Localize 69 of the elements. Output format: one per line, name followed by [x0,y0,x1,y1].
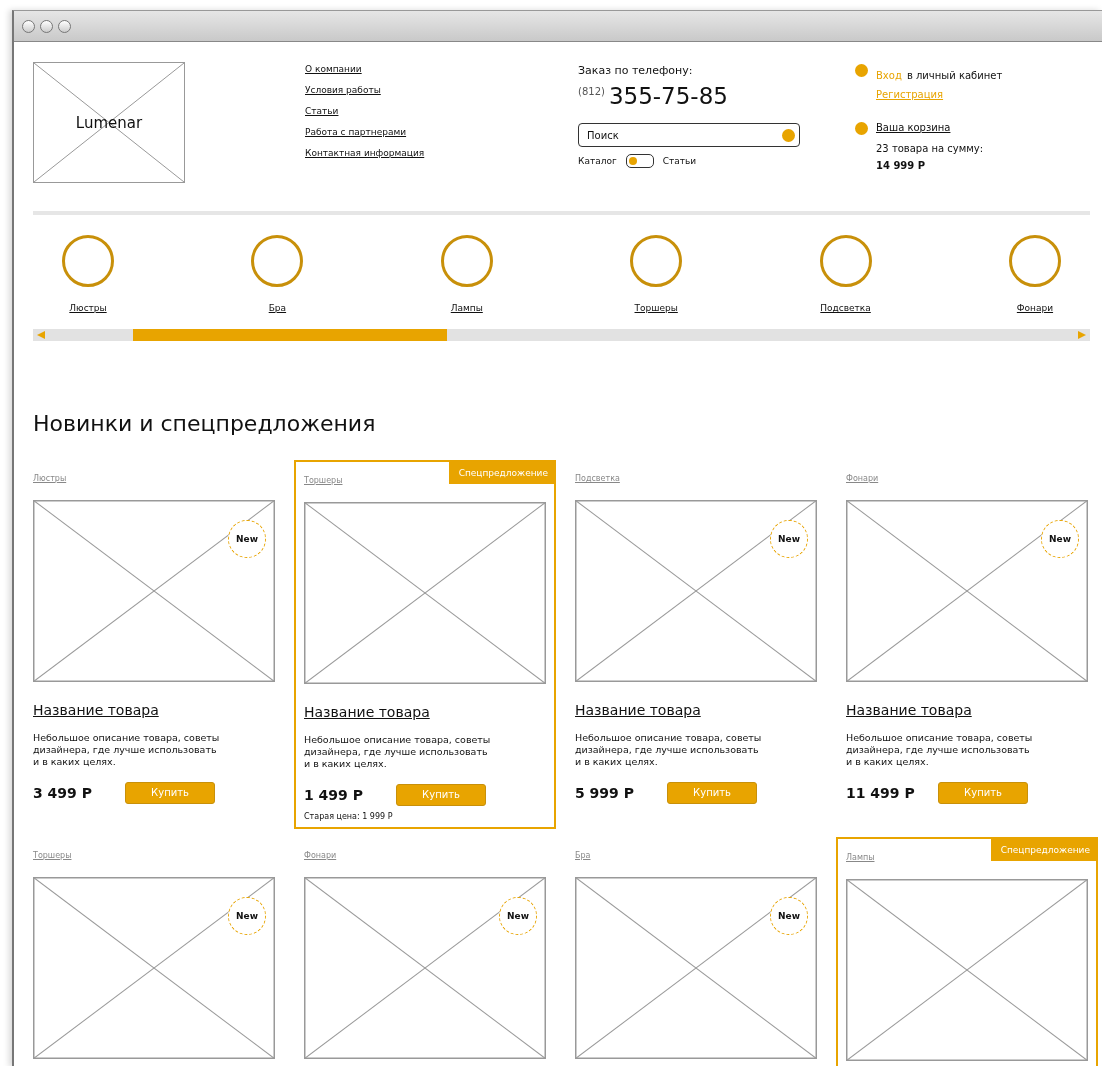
toggle-switch[interactable] [625,154,654,168]
category-link[interactable]: Подсветка [820,303,871,313]
product-description: Небольшое описание товара, советы дизайнера, где лучше использовать и в каких целях. [846,732,1034,768]
old-price: Старая цена: 1 999 Р [304,811,394,821]
new-badge: New [1041,520,1079,558]
cart-total: 14 999 Р [876,160,927,171]
switch-label: Каталог [578,156,617,166]
category-link[interactable]: Бра [268,303,287,313]
category-link[interactable]: Люстры [69,303,107,313]
new-badge: New [770,896,808,935]
special-offer-badge: Спецпредложение [990,838,1096,861]
category-link[interactable]: Люстры [33,474,67,483]
login-text: в личный кабинет [906,70,1003,81]
product-title[interactable]: Название товара [33,702,159,718]
category-link[interactable]: Подсветка [575,474,620,483]
scroll-left-icon[interactable] [36,330,46,340]
bullet-icon [855,64,868,77]
product-title[interactable]: Название товара [846,702,972,718]
scrollbar-thumb[interactable] [133,329,447,341]
search-field[interactable]: Поиск [578,123,800,147]
category-link[interactable]: Фонари [304,850,337,860]
cart-count: 23 товара на сумму: [876,143,984,154]
category-placeholder-icon[interactable] [1008,235,1061,287]
scrollbar[interactable] [33,329,1090,341]
new-badge: New [499,896,537,935]
product-title[interactable]: Название товара [304,704,430,720]
product-description: Небольшое описание товара, советы дизайнера, где лучше использовать и в каких целях. [575,732,763,768]
product-title[interactable]: Название товара [575,702,701,718]
logo-placeholder[interactable]: Lumenar [33,62,185,183]
phone-label: Заказ по телефону: [578,64,694,77]
switch-label: Статьи [662,156,697,166]
category-placeholder-icon[interactable] [630,235,683,287]
new-badge: New [228,520,266,558]
category-placeholder-icon[interactable] [819,235,872,287]
nav-link[interactable]: Статьи [305,106,578,116]
price: 1 499 Р [304,786,364,803]
product-description: Небольшое описание товара, советы дизайнера, где лучше использовать и в каких целях. [33,732,221,768]
category-placeholder-icon[interactable] [251,235,304,287]
new-badge: New [770,520,808,558]
nav-link[interactable]: Контактная информация [305,148,578,158]
scroll-right-icon[interactable] [1077,330,1087,340]
category-link[interactable]: Бра [575,850,591,860]
product-description: Небольшое описание товара, советы дизайнера, где лучше использовать и в каких целях. [304,734,492,770]
nav-link[interactable]: О компании [305,64,578,74]
phone-number: 355-75-85 [608,83,728,109]
special-offer-badge: Спецпредложение [448,462,554,484]
category-link[interactable]: Торшеры [33,850,72,860]
bullet-icon [855,122,868,135]
window-control-icon[interactable] [58,19,71,33]
category-link[interactable]: Фонари [846,474,879,483]
category-link[interactable]: Торшеры [304,476,343,485]
price: 11 499 Р [846,784,916,801]
logo-text: Lumenar [75,113,143,132]
window-control-icon[interactable] [22,19,35,33]
window-control-icon[interactable] [40,19,53,33]
nav-link[interactable]: Работа с партнерами [305,127,578,137]
price: 5 999 Р [575,784,635,801]
price: 3 499 Р [33,784,93,801]
category-link[interactable]: Лампы [450,303,483,313]
category-link[interactable]: Лампы [846,852,875,862]
category-placeholder-icon[interactable] [62,235,114,287]
new-badge: New [228,896,266,935]
category-link[interactable]: Фонари [1016,303,1054,313]
cart-link[interactable]: Ваша корзина [876,122,984,133]
nav-link[interactable]: Условия работы [305,85,578,95]
category-placeholder-icon[interactable] [440,235,493,287]
phone-code: (812) [578,86,605,97]
category-link[interactable]: Торшеры [634,303,678,313]
section-title: Новинки и спецпредложения [33,411,377,436]
